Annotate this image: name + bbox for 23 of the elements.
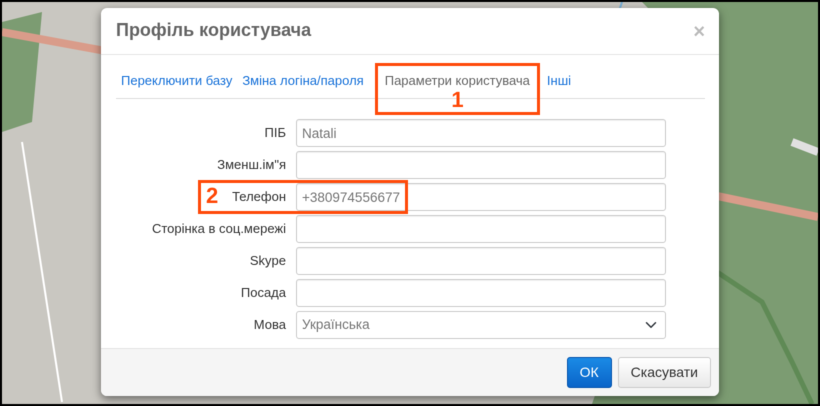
input-field[interactable]: +380974556677 [296,183,666,211]
field-label: Сторінка в соц.мережі [152,220,286,238]
tab[interactable]: Зміна логіна/пароля [237,70,369,90]
input-field[interactable] [296,247,666,275]
callout-number: 2 [206,185,218,207]
field-label: Мова [254,316,286,334]
field-label: Посада [240,284,286,302]
input-field[interactable] [296,279,666,307]
callout-number: 1 [451,88,464,111]
dialog-title: Профіль користувача [116,20,312,42]
cancel-button[interactable]: Скасувати [618,357,711,388]
field-label: Skype [250,252,286,270]
input-field[interactable]: Natali [296,119,666,147]
field-label: ПІБ [264,124,286,142]
field-label: Зменш.ім"я [217,156,286,174]
field-label: Телефон [232,188,286,206]
tab[interactable]: Інші [542,70,576,90]
ok-button[interactable]: ОК [566,357,612,388]
input-field[interactable] [296,215,666,243]
input-field[interactable] [296,151,666,179]
tab[interactable]: Переключити базу [116,70,238,90]
language-select[interactable]: Українська [296,311,666,339]
tab[interactable]: Параметри користувача [378,70,536,90]
